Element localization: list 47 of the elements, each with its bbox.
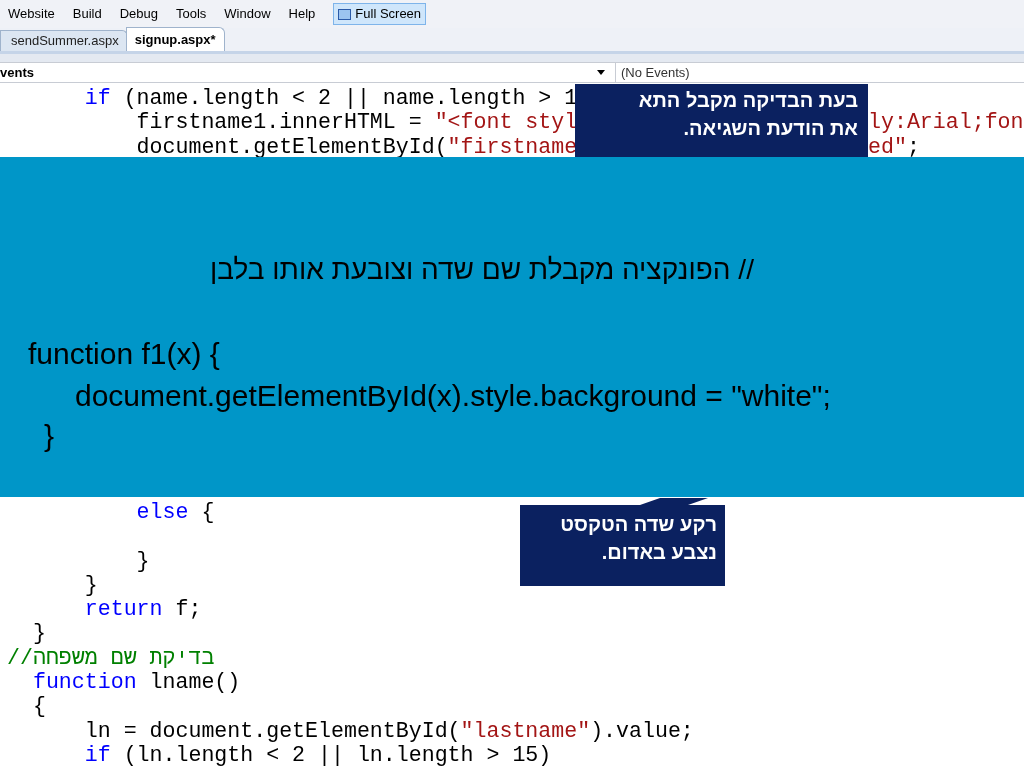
menu-item[interactable]: Tools [175,4,207,24]
code-token: (ln.length < 2 || ln.length > 15) [122,742,552,768]
code-token: } [135,548,150,573]
code-token: ln = document.getElementById( [83,718,461,743]
code-token: } [31,621,46,646]
menu-item[interactable]: Website [8,4,55,24]
code-token: firstname1.innerHTML = [135,110,423,135]
dropdown-arrow-icon [597,70,605,75]
code-token: ed" [868,134,907,157]
object-dropdown[interactable]: vents [0,63,616,82]
code-text: } [44,418,55,454]
code-token: else [135,500,189,525]
code-token: ).value; [590,718,694,743]
code-token: f; [174,597,202,622]
code-token: return [83,597,163,622]
dropdown-value: vents [0,63,34,82]
menu-item[interactable]: Build [72,4,102,24]
code-text: document.getElementById(x).style.background = "white"; [75,378,831,414]
code-token: "lastname" [460,718,591,743]
code-token: } [83,572,98,598]
code-token: { [200,500,215,525]
code-token: { [31,694,46,719]
full-screen-button[interactable]: Full Screen [333,3,427,25]
code-token: ly:Arial;fon [868,110,1024,135]
code-token: document.getElementById( [135,134,448,157]
menu-item[interactable]: Debug [119,4,158,24]
menu-item[interactable]: Help [288,4,316,24]
window-icon [338,8,352,20]
callout-text: את הודעת השגיאה. [682,116,858,141]
code-token: "<font styl [434,110,578,135]
callout-text: בעת הבדיקה מקבל התא [637,88,858,113]
code-token: lname() [148,670,241,695]
code-token: (name.length < 2 || name.length > 1 [122,86,578,111]
editor-tab[interactable]: sendSummer.aspx [0,30,128,51]
code-token: ; [906,134,920,157]
events-dropdown[interactable]: (No Events) [616,63,1024,82]
menu-item[interactable]: Window [224,4,271,24]
code-comment: //בדיקת שם משפחה [7,645,215,671]
editor-tab[interactable]: signup.aspx* [125,27,225,51]
callout-text: נצבע באדום. [600,540,717,565]
comment-text: // הפונקציה מקבלת שם שדה וצובעת אותו בלבן [209,253,755,287]
code-token: "firstname [447,134,578,157]
code-token: if [83,742,111,768]
code-token: function [31,670,137,695]
callout-text: רקע שדה הטקסט [559,512,717,537]
code-text: function f1(x) { [28,336,220,372]
code-token: if [83,86,111,111]
